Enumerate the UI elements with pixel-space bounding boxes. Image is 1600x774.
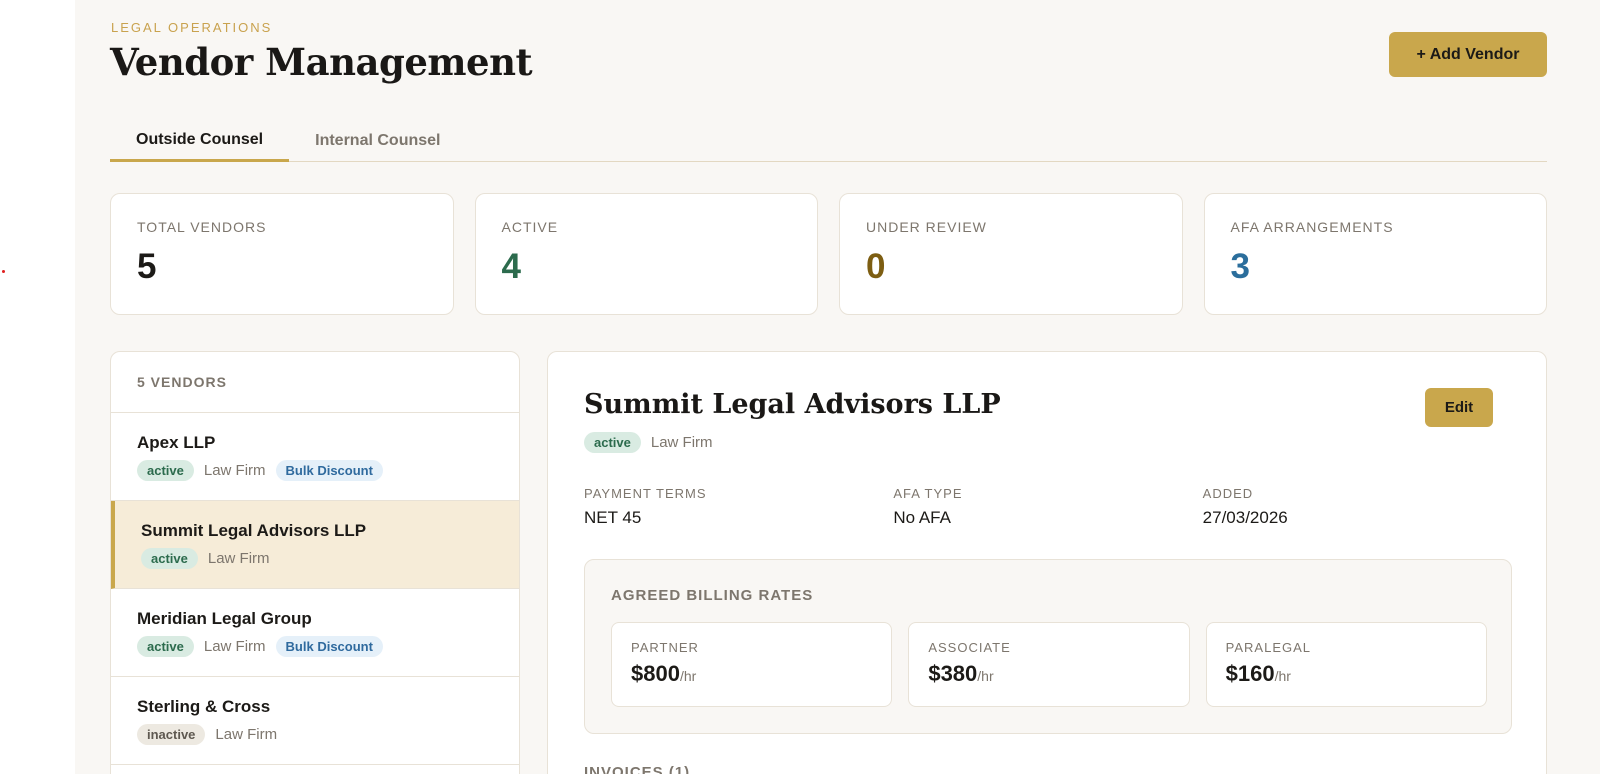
vendor-name: Meridian Legal Group	[137, 609, 312, 628]
vendor-type: Law Firm	[650, 434, 713, 451]
rate-cards: PARTNER $800/hr ASSOCIATE $380/hr PARALE…	[611, 622, 1487, 707]
billing-rates-box: AGREED BILLING RATES PARTNER $800/hr ASS…	[584, 559, 1512, 734]
add-vendor-button[interactable]: + Add Vendor	[1389, 32, 1547, 77]
rate-card-paralegal: PARALEGAL $160/hr	[1205, 622, 1487, 707]
stat-value: 0	[866, 247, 886, 286]
stats-row: TOTAL VENDORS 5 ACTIVE 4 UNDER REVIEW 0 …	[110, 193, 1547, 315]
vendor-name: Summit Legal Advisors LLP	[141, 521, 367, 540]
bulk-discount-badge: Bulk Discount	[275, 460, 383, 481]
stat-value: 4	[501, 247, 521, 286]
vendor-list-item-sterling[interactable]: Sterling & Cross inactive Law Firm	[111, 677, 519, 765]
status-badge: active	[137, 636, 194, 657]
bulk-discount-badge: Bulk Discount	[275, 636, 383, 657]
page-title: Vendor Management	[110, 40, 533, 84]
counsel-tabs: Outside Counsel Internal Counsel	[110, 120, 1547, 162]
status-badge: active	[141, 548, 198, 569]
field-value: NET 45	[584, 508, 642, 527]
rate-label: PARALEGAL	[1225, 640, 1312, 655]
stat-card-under-review: UNDER REVIEW 0	[839, 193, 1183, 315]
vendor-meta: active Law Firm	[141, 548, 493, 569]
billing-rates-title: AGREED BILLING RATES	[611, 587, 814, 604]
vendor-detail-panel: Summit Legal Advisors LLP Edit active La…	[547, 351, 1547, 774]
field-label: ADDED	[1202, 486, 1254, 501]
rate-value: $800/hr	[631, 661, 872, 687]
field-label: AFA TYPE	[893, 486, 963, 501]
invoices-section-title: INVOICES (1)	[584, 764, 691, 774]
rate-value: $380/hr	[928, 661, 1169, 687]
rate-amount: $160	[1225, 661, 1275, 686]
cursor-dot	[2, 270, 5, 273]
stat-label: ACTIVE	[501, 219, 559, 235]
stat-card-afa-arrangements: AFA ARRANGEMENTS 3	[1203, 193, 1547, 315]
status-badge: inactive	[137, 724, 206, 745]
vendor-meta: active Law Firm Bulk Discount	[137, 636, 493, 657]
vendor-type: Law Firm	[203, 638, 266, 655]
main-content: LEGAL OPERATIONS Vendor Management + Add…	[75, 0, 1600, 774]
vendor-list-item-summit[interactable]: Summit Legal Advisors LLP active Law Fir…	[111, 501, 519, 589]
field-value: No AFA	[893, 508, 951, 527]
tab-outside-counsel[interactable]: Outside Counsel	[110, 120, 290, 162]
vendor-list-item-apex[interactable]: Apex LLP active Law Firm Bulk Discount	[111, 413, 519, 501]
vendor-name: Sterling & Cross	[137, 697, 271, 716]
stat-value: 5	[137, 247, 157, 286]
vendor-list-panel: 5 VENDORS Apex LLP active Law Firm Bulk …	[110, 351, 520, 774]
vendor-type: Law Firm	[207, 550, 270, 567]
section-eyebrow: LEGAL OPERATIONS	[111, 20, 273, 35]
vendor-meta: active Law Firm Bulk Discount	[137, 460, 493, 481]
stat-card-total-vendors: TOTAL VENDORS 5	[110, 193, 454, 315]
field-added: ADDED 27/03/2026	[1203, 486, 1512, 528]
vendor-list-item-meridian[interactable]: Meridian Legal Group active Law Firm Bul…	[111, 589, 519, 677]
rate-unit: /hr	[977, 668, 994, 684]
stat-value: 3	[1230, 247, 1250, 286]
rate-card-associate: ASSOCIATE $380/hr	[908, 622, 1190, 707]
vendor-list-header: 5 VENDORS	[111, 352, 519, 413]
field-label: PAYMENT TERMS	[584, 486, 707, 501]
rate-label: ASSOCIATE	[928, 640, 1011, 655]
vendor-detail-title: Summit Legal Advisors LLP	[584, 389, 1001, 420]
field-value: 27/03/2026	[1202, 508, 1288, 527]
rate-amount: $800	[631, 661, 680, 686]
field-payment-terms: PAYMENT TERMS NET 45	[584, 486, 893, 528]
vendor-type: Law Firm	[215, 726, 278, 743]
rate-unit: /hr	[679, 668, 697, 684]
vendor-fields: PAYMENT TERMS NET 45 AFA TYPE No AFA ADD…	[584, 486, 1512, 528]
vendor-type: Law Firm	[203, 462, 266, 479]
rate-value: $160/hr	[1226, 661, 1467, 687]
vendor-detail-meta: active Law Firm	[584, 432, 713, 453]
stat-label: TOTAL VENDORS	[137, 219, 267, 235]
left-margin	[0, 0, 75, 774]
rate-card-partner: PARTNER $800/hr	[611, 622, 893, 707]
field-afa-type: AFA TYPE No AFA	[893, 486, 1202, 528]
edit-vendor-button[interactable]: Edit	[1425, 388, 1493, 427]
status-badge: active	[137, 460, 194, 481]
vendor-name: Apex LLP	[137, 433, 216, 452]
stat-label: UNDER REVIEW	[866, 219, 987, 235]
vendor-meta: inactive Law Firm	[137, 724, 493, 745]
tab-internal-counsel[interactable]: Internal Counsel	[289, 120, 466, 162]
rate-amount: $380	[928, 661, 978, 686]
rate-label: PARTNER	[631, 640, 699, 655]
stat-card-active: ACTIVE 4	[474, 193, 818, 315]
stat-label: AFA ARRANGEMENTS	[1230, 219, 1394, 235]
status-badge: active	[584, 432, 641, 453]
rate-unit: /hr	[1274, 668, 1291, 684]
